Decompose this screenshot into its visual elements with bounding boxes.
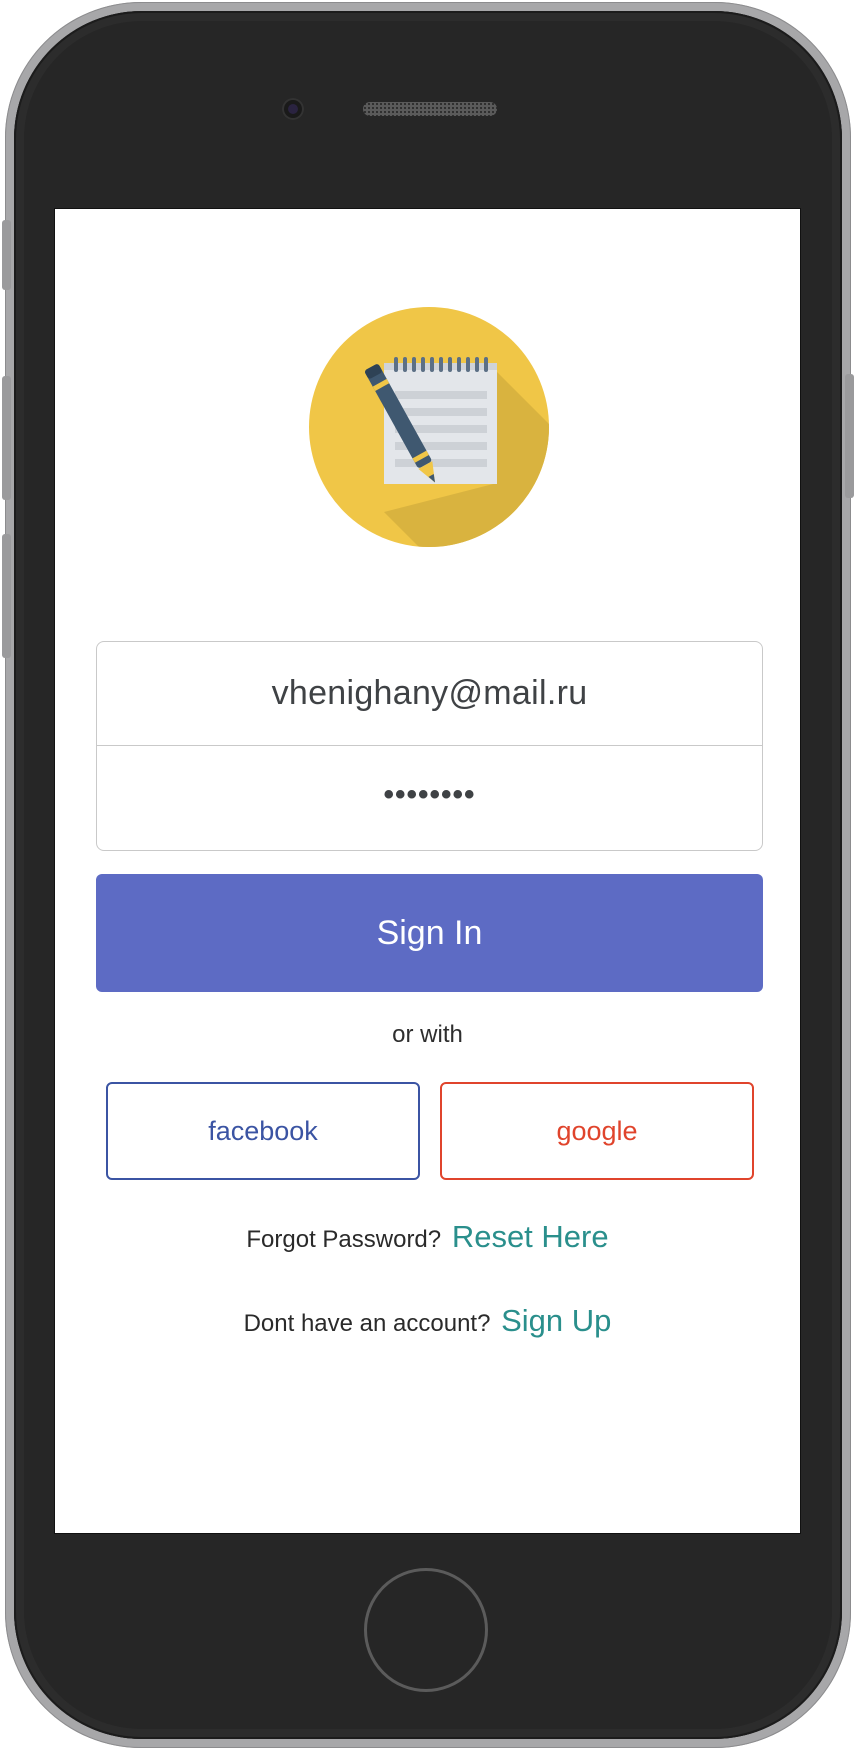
reset-here-link[interactable]: Reset Here: [452, 1219, 609, 1254]
password-field[interactable]: ••••••••: [97, 746, 762, 850]
power-button: [845, 374, 854, 498]
forgot-password-line: Forgot Password? Reset Here: [55, 1219, 800, 1255]
email-field[interactable]: vhenighany@mail.ru: [97, 642, 762, 746]
sign-up-link[interactable]: Sign Up: [501, 1303, 611, 1338]
credentials-box: vhenighany@mail.ru ••••••••: [96, 641, 763, 851]
no-account-text: Dont have an account?: [243, 1310, 491, 1337]
volume-down-button: [2, 534, 11, 658]
sign-in-button[interactable]: Sign In: [96, 874, 763, 992]
forgot-password-text: Forgot Password?: [246, 1226, 442, 1253]
or-with-label: or with: [392, 1021, 463, 1048]
front-camera: [282, 98, 304, 120]
google-login-button[interactable]: google: [440, 1082, 754, 1180]
earpiece-speaker: [363, 102, 497, 116]
app-screen: vhenighany@mail.ru •••••••• Sign In or w…: [54, 208, 801, 1534]
mute-switch: [2, 220, 11, 290]
notepad-pencil-icon: [309, 307, 549, 547]
home-button[interactable]: [364, 1568, 488, 1692]
volume-up-button: [2, 376, 11, 500]
facebook-login-button[interactable]: facebook: [106, 1082, 420, 1180]
signup-line: Dont have an account? Sign Up: [55, 1303, 800, 1339]
